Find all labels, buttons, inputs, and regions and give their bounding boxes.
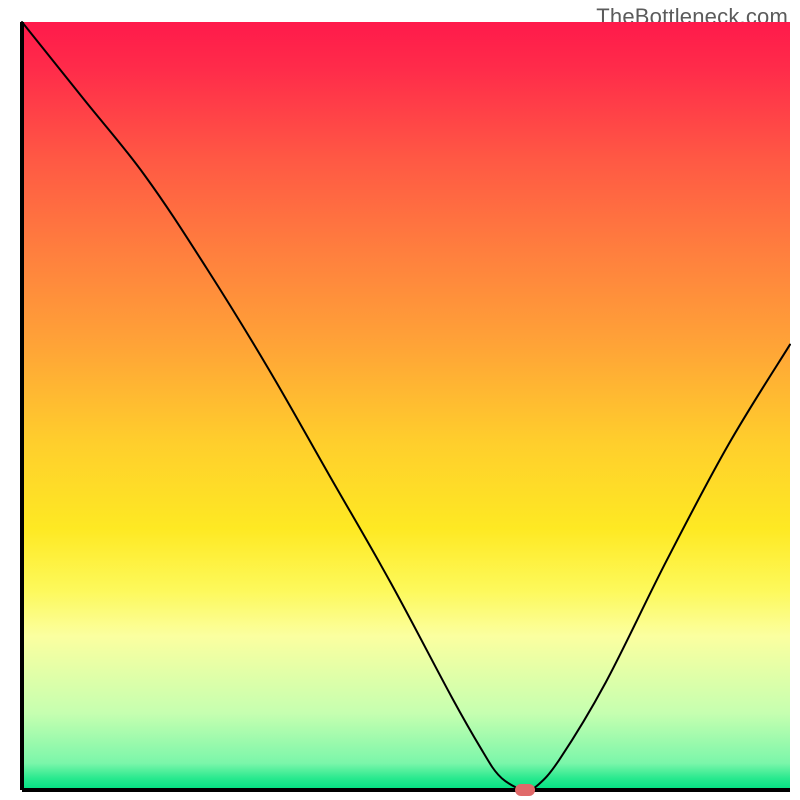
chart-background [22,22,790,790]
chart-svg [0,0,800,800]
bottleneck-pill [515,784,535,796]
bottleneck-chart: TheBottleneck.com [0,0,800,800]
